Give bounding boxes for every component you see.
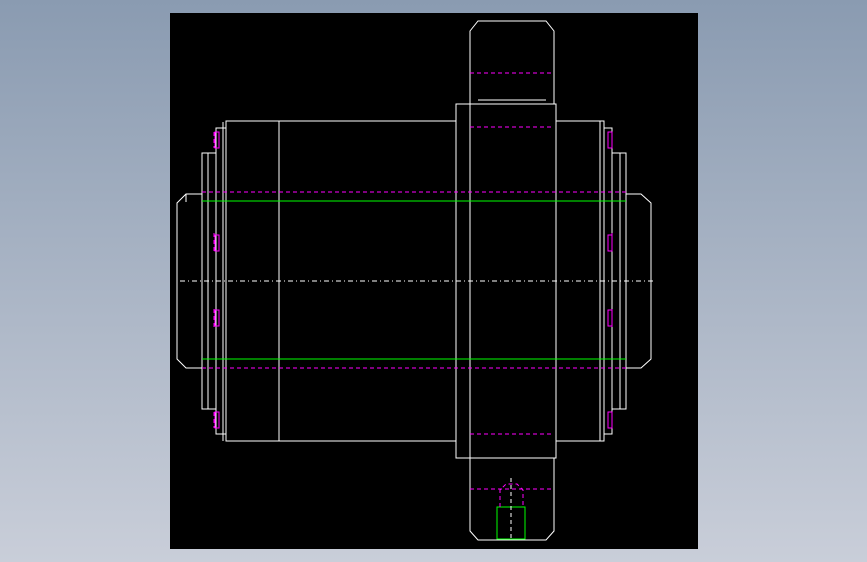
viewport-svg xyxy=(0,0,867,562)
cad-viewport[interactable] xyxy=(0,0,867,562)
